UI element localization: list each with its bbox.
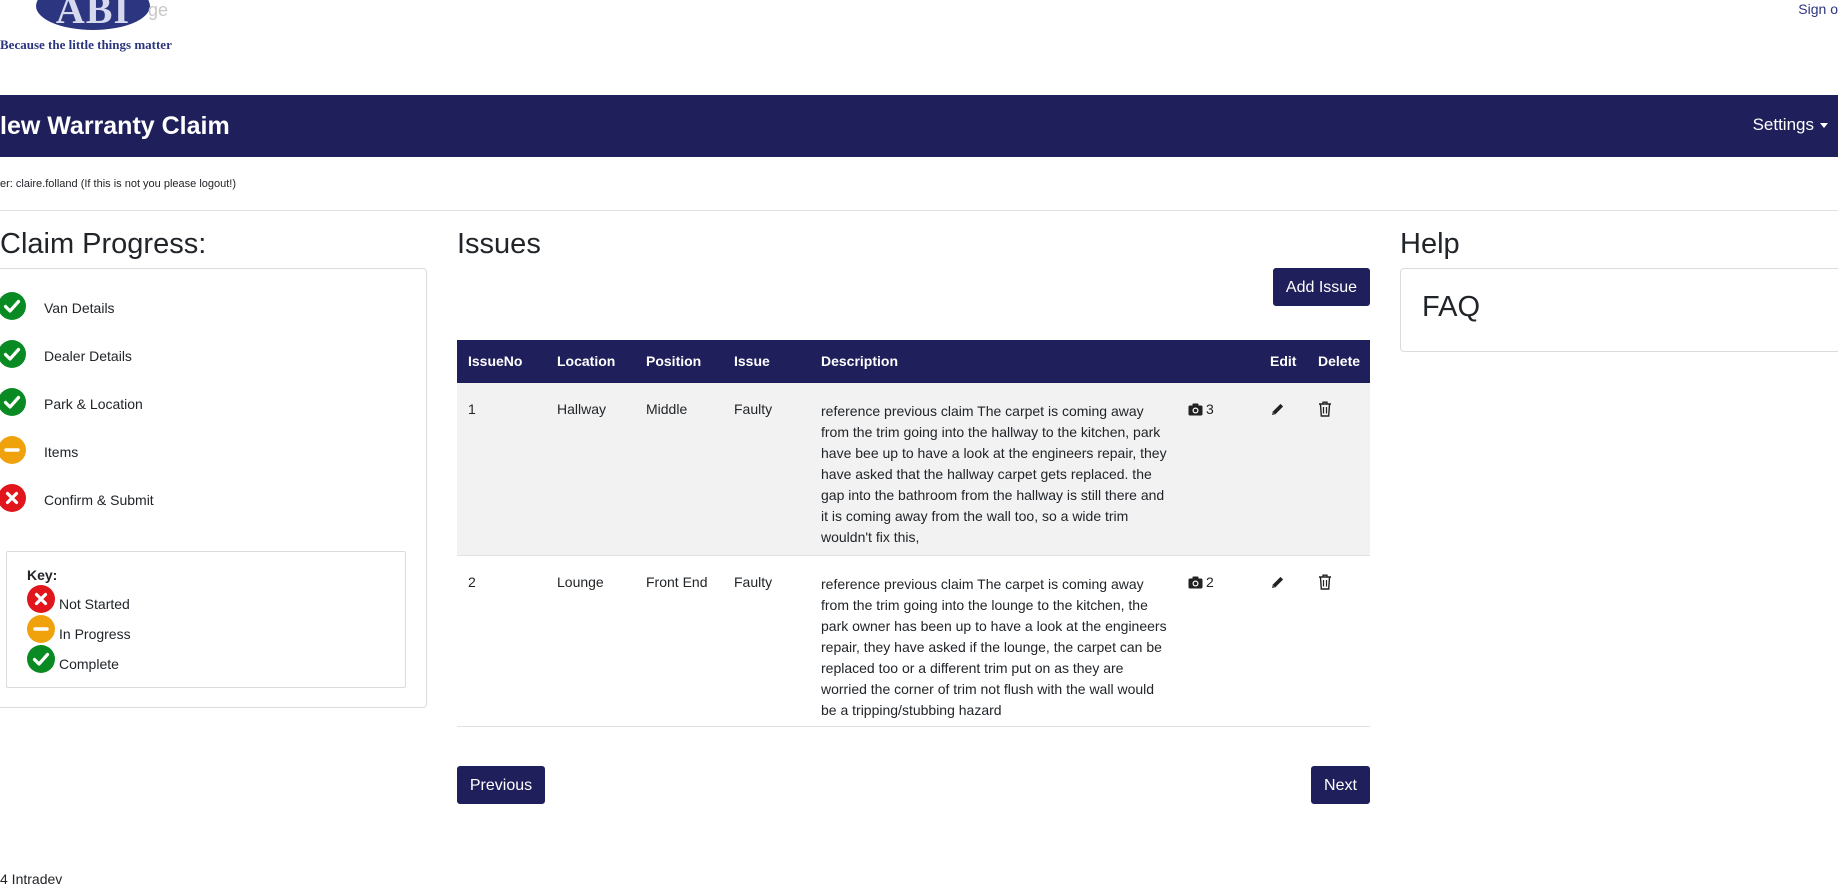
tagline: Because the little things matter — [0, 37, 172, 52]
photo-count: 3 — [1206, 401, 1214, 417]
logo-text: ABI — [55, 0, 131, 30]
check-circle-icon — [27, 645, 55, 673]
top-header: ABI ge Because the little things matter … — [0, 0, 1838, 95]
cell-issue-no: 1 — [468, 401, 476, 417]
minus-circle-icon — [0, 436, 26, 464]
table-row: 1 Hallway Middle Faulty reference previo… — [457, 383, 1370, 556]
key-label: In Progress — [59, 626, 131, 642]
settings-dropdown[interactable]: Settings — [1753, 115, 1828, 135]
trash-icon — [1319, 574, 1331, 590]
cell-position: Front End — [646, 574, 708, 590]
claim-progress-card: Van Details Dealer Details Park & Locati… — [0, 268, 427, 708]
step-label: Park & Location — [44, 396, 143, 412]
cell-issue: Faulty — [734, 401, 773, 417]
divider — [0, 210, 1838, 211]
edit-issue-button[interactable] — [1270, 402, 1285, 420]
table-header: IssueNo Location Position Issue Descript… — [457, 340, 1370, 383]
photos-link[interactable]: 3 — [1188, 401, 1214, 417]
status-key: Key: Not Started In Progress Complete — [6, 551, 406, 688]
logged-in-user: er: claire.folland (If this is not you p… — [0, 178, 237, 190]
next-button[interactable]: Next — [1311, 766, 1370, 804]
column-header-position: Position — [646, 353, 702, 369]
camera-icon — [1188, 576, 1203, 589]
logo-ghost-text: ge — [148, 0, 169, 20]
caret-down-icon — [1820, 123, 1828, 129]
column-header-delete: Delete — [1318, 353, 1361, 369]
check-circle-icon — [0, 292, 26, 320]
minus-circle-icon — [27, 615, 55, 643]
edit-issue-button[interactable] — [1270, 575, 1285, 593]
issues-title: Issues — [457, 228, 541, 260]
trash-icon — [1319, 401, 1331, 417]
faq-link[interactable]: FAQ — [1422, 291, 1480, 323]
check-circle-icon — [0, 340, 26, 368]
help-title: Help — [1400, 228, 1460, 260]
page-title: lew Warranty Claim — [0, 112, 230, 140]
x-circle-icon — [0, 484, 26, 512]
cell-location: Hallway — [557, 401, 607, 417]
column-header-issueno: IssueNo — [468, 353, 523, 369]
cell-location: Lounge — [557, 574, 604, 590]
column-header-issue: Issue — [734, 353, 770, 369]
photo-count: 2 — [1206, 574, 1214, 590]
delete-issue-button[interactable] — [1318, 574, 1332, 593]
sign-out-link[interactable]: Sign o — [1798, 1, 1838, 17]
column-header-edit: Edit — [1270, 353, 1297, 369]
logo[interactable]: ABI — [36, 0, 150, 30]
column-header-location: Location — [557, 353, 616, 369]
navbar: lew Warranty Claim Settings — [0, 95, 1838, 157]
camera-icon — [1188, 403, 1203, 416]
cell-issue: Faulty — [734, 574, 773, 590]
pencil-icon — [1272, 576, 1284, 588]
key-label: Complete — [59, 656, 119, 672]
x-circle-icon — [27, 585, 55, 613]
photos-link[interactable]: 2 — [1188, 574, 1214, 590]
cell-description: reference previous claim The carpet is c… — [821, 403, 1167, 545]
step-label: Dealer Details — [44, 348, 132, 364]
column-header-description: Description — [821, 353, 899, 369]
cell-description: reference previous claim The carpet is c… — [821, 576, 1167, 718]
claim-progress-title: Claim Progress: — [0, 228, 207, 260]
table-row: 2 Lounge Front End Faulty reference prev… — [457, 556, 1370, 727]
faq-card[interactable]: FAQ — [1400, 268, 1838, 352]
add-issue-button[interactable]: Add Issue — [1273, 268, 1370, 306]
step-label: Items — [44, 444, 79, 460]
previous-button[interactable]: Previous — [457, 766, 545, 804]
key-title: Key: — [27, 567, 58, 583]
issues-table: IssueNo Location Position Issue Descript… — [457, 340, 1370, 727]
key-label: Not Started — [59, 596, 130, 612]
cell-issue-no: 2 — [468, 574, 476, 590]
pencil-icon — [1272, 403, 1284, 415]
settings-label: Settings — [1752, 115, 1814, 134]
step-label: Confirm & Submit — [44, 492, 154, 508]
cell-position: Middle — [646, 401, 688, 417]
check-circle-icon — [0, 388, 26, 416]
footer-copyright: 4 Intradev — [0, 871, 63, 887]
delete-issue-button[interactable] — [1318, 401, 1332, 420]
step-label: Van Details — [44, 300, 115, 316]
